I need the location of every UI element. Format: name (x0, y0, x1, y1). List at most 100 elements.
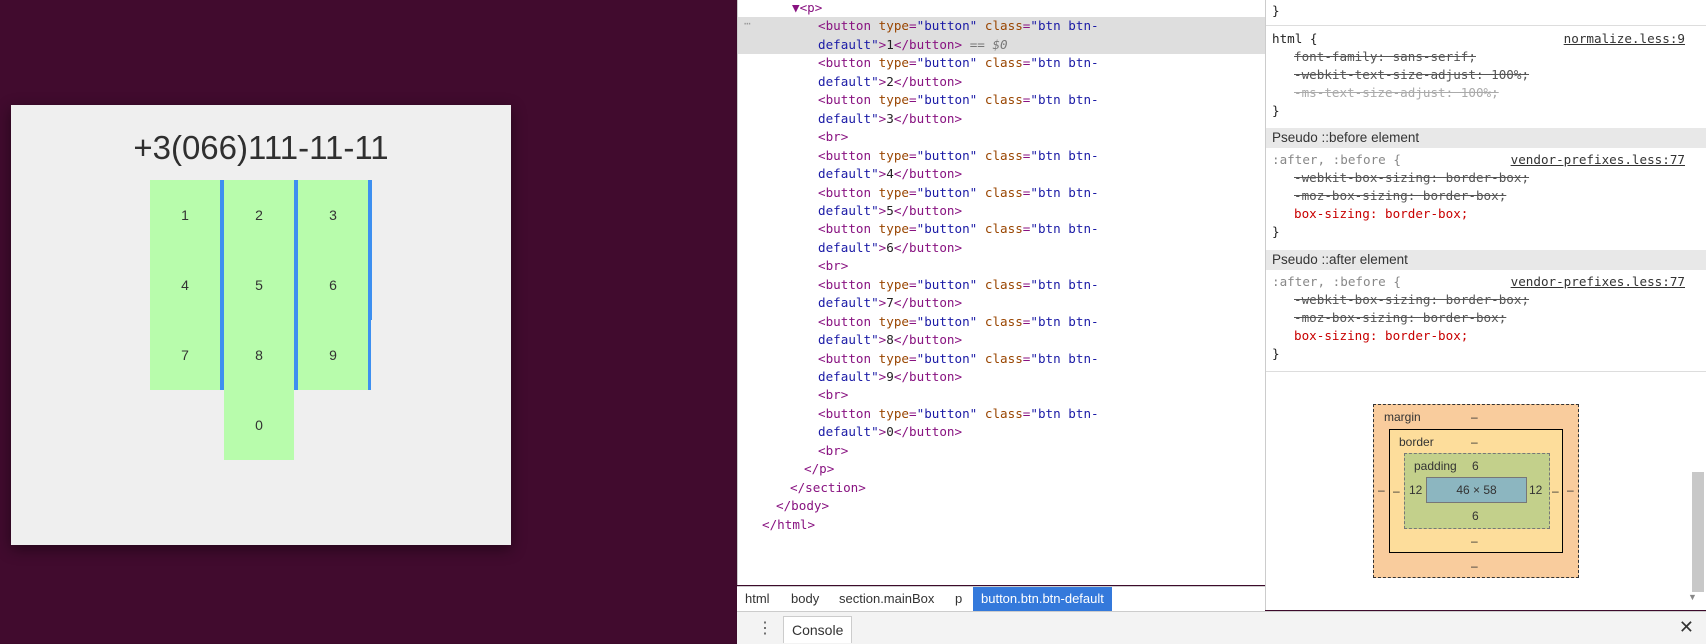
dom-node[interactable]: <br> (818, 386, 1266, 404)
dom-node-button[interactable]: default">3</button> (818, 110, 1266, 128)
dom-node-button[interactable]: <button type="button" class="btn btn- (818, 147, 1266, 165)
key-2-button[interactable]: 2 (224, 180, 294, 250)
main-box: +3(066)111-11-11 1 2 3 4 5 6 7 8 9 0 (11, 105, 511, 545)
dom-node-button[interactable]: default">9</button> (818, 368, 1266, 386)
dom-node-button[interactable]: <button type="button" class="btn btn- (818, 405, 1266, 423)
dom-node-button[interactable]: <button type="button" class="btn btn- (818, 54, 1266, 72)
key-1-button[interactable]: 1 (150, 180, 220, 250)
crumb-button[interactable]: button.btn.btn-default (973, 587, 1112, 611)
rule-close: } (1272, 224, 1280, 239)
key-9-button[interactable]: 9 (298, 320, 368, 390)
dom-node-button[interactable]: default">0</button> (818, 423, 1266, 441)
crumb-body[interactable]: body (783, 587, 827, 611)
vertical-dots-icon[interactable]: ⋮ (757, 618, 773, 638)
border-top-value[interactable]: – (1471, 435, 1478, 449)
dom-node[interactable]: ▼<p> (792, 0, 1266, 17)
border-bottom-value[interactable]: – (1471, 534, 1478, 548)
css-property[interactable]: -webkit-text-size-adjust: 100%; (1294, 66, 1529, 84)
border-left-value[interactable]: – (1393, 484, 1400, 498)
key-0-button[interactable]: 0 (224, 390, 294, 460)
key-8-button[interactable]: 8 (224, 320, 294, 390)
css-property[interactable]: -moz-box-sizing: border-box; (1294, 187, 1506, 205)
padding-bottom-value[interactable]: 6 (1472, 509, 1479, 523)
margin-bottom-value[interactable]: – (1471, 559, 1478, 573)
key-5-button[interactable]: 5 (224, 250, 294, 320)
close-icon[interactable]: ✕ (1679, 617, 1694, 638)
css-property[interactable]: -moz-box-sizing: border-box; (1294, 309, 1506, 327)
dom-node-button[interactable]: <button type="button" class="btn btn- (818, 350, 1266, 368)
box-model-padding: padding 6 12 12 6 46 × 58 (1404, 453, 1550, 529)
margin-top-value[interactable]: – (1471, 410, 1478, 424)
dom-node-button[interactable]: default">6</button> (818, 239, 1266, 257)
rule-close: } (1272, 103, 1280, 118)
css-property[interactable]: font-family: sans-serif; (1294, 48, 1476, 66)
pseudo-before-header: Pseudo ::before element (1266, 128, 1706, 148)
crumb-html[interactable]: html (737, 587, 778, 611)
padding-top-value[interactable]: 6 (1472, 459, 1479, 473)
dom-node-button[interactable]: default">7</button> (818, 294, 1266, 312)
margin-left-value[interactable]: – (1378, 483, 1385, 497)
rule-source-link[interactable]: normalize.less:9 (1564, 30, 1685, 48)
dom-node[interactable]: </p> (804, 460, 1266, 478)
dom-node[interactable]: <br> (818, 442, 1266, 460)
page-viewport: +3(066)111-11-11 1 2 3 4 5 6 7 8 9 0 (0, 0, 736, 643)
key-7-button[interactable]: 7 (150, 320, 220, 390)
rule-close: } (1272, 346, 1280, 361)
dom-node[interactable]: <br> (818, 128, 1266, 146)
css-property[interactable]: -webkit-box-sizing: border-box; (1294, 169, 1529, 187)
dom-node-button[interactable]: default">1</button> == $0 (818, 36, 1266, 54)
css-property[interactable]: -ms-text-size-adjust: 100%; (1294, 84, 1499, 102)
rule-selector: html { (1272, 31, 1318, 46)
rule-close: } (1272, 3, 1280, 18)
box-model-border: border – – – – padding 6 12 12 6 46 × 58 (1389, 429, 1563, 553)
crumb-p[interactable]: p (947, 587, 970, 611)
dom-node-button[interactable]: default">2</button> (818, 73, 1266, 91)
margin-highlight (368, 180, 372, 320)
phone-display: +3(066)111-11-11 (133, 129, 389, 166)
dom-node-button[interactable]: <button type="button" class="btn btn- (818, 91, 1266, 109)
dom-node-button[interactable]: default">4</button> (818, 165, 1266, 183)
padding-label: padding (1414, 459, 1457, 473)
divider (1266, 371, 1706, 372)
margin-right-value[interactable]: – (1567, 483, 1574, 497)
border-label: border (1399, 435, 1434, 449)
css-property[interactable]: box-sizing: border-box; (1294, 327, 1468, 345)
rule-source-link[interactable]: vendor-prefixes.less:77 (1511, 273, 1685, 291)
padding-left-value[interactable]: 12 (1409, 483, 1422, 497)
css-property[interactable]: box-sizing: border-box; (1294, 205, 1468, 223)
box-model-margin: margin – – – – border – – – – padding 6 … (1373, 404, 1579, 578)
border-right-value[interactable]: – (1552, 484, 1559, 498)
elements-panel: ⋯ ▼<p> <button type="button" class="btn b… (737, 0, 1266, 585)
dom-node-button[interactable]: default">8</button> (818, 331, 1266, 349)
margin-highlight (368, 320, 371, 390)
margin-highlight (220, 180, 224, 390)
dom-node[interactable]: <br> (818, 257, 1266, 275)
dom-node-button[interactable]: default">5</button> (818, 202, 1266, 220)
dom-node-button[interactable]: <button type="button" class="btn btn- (818, 17, 1266, 35)
dom-node-button[interactable]: <button type="button" class="btn btn- (818, 313, 1266, 331)
dom-node-button[interactable]: <button type="button" class="btn btn- (818, 220, 1266, 238)
scroll-down-arrow-icon[interactable]: ▼ (1688, 592, 1697, 602)
dom-node[interactable]: </section> (790, 479, 1266, 497)
key-3-button[interactable]: 3 (298, 180, 368, 250)
key-6-button[interactable]: 6 (298, 250, 368, 320)
pseudo-after-header: Pseudo ::after element (1266, 250, 1706, 270)
breadcrumb: html body section.mainBox p button.btn.b… (737, 586, 1265, 611)
dom-node[interactable]: </body> (776, 497, 1266, 515)
dom-node-button[interactable]: <button type="button" class="btn btn- (818, 184, 1266, 202)
styles-scrollbar[interactable] (1692, 472, 1704, 592)
css-property[interactable]: -webkit-box-sizing: border-box; (1294, 291, 1529, 309)
rule-source-link[interactable]: vendor-prefixes.less:77 (1511, 151, 1685, 169)
margin-label: margin (1384, 410, 1421, 424)
rule-selector: :after, :before { (1272, 152, 1401, 167)
box-model-content[interactable]: 46 × 58 (1426, 477, 1527, 503)
padding-right-value[interactable]: 12 (1529, 483, 1542, 497)
ellipsis-icon[interactable]: ⋯ (744, 17, 751, 30)
key-4-button[interactable]: 4 (150, 250, 220, 320)
crumb-section[interactable]: section.mainBox (831, 587, 942, 611)
dom-node-button[interactable]: <button type="button" class="btn btn- (818, 276, 1266, 294)
dom-node[interactable]: </html> (762, 516, 1266, 534)
console-drawer: ⋮ Console ✕ (737, 611, 1706, 644)
console-tab[interactable]: Console (783, 616, 853, 643)
margin-highlight (294, 180, 298, 390)
